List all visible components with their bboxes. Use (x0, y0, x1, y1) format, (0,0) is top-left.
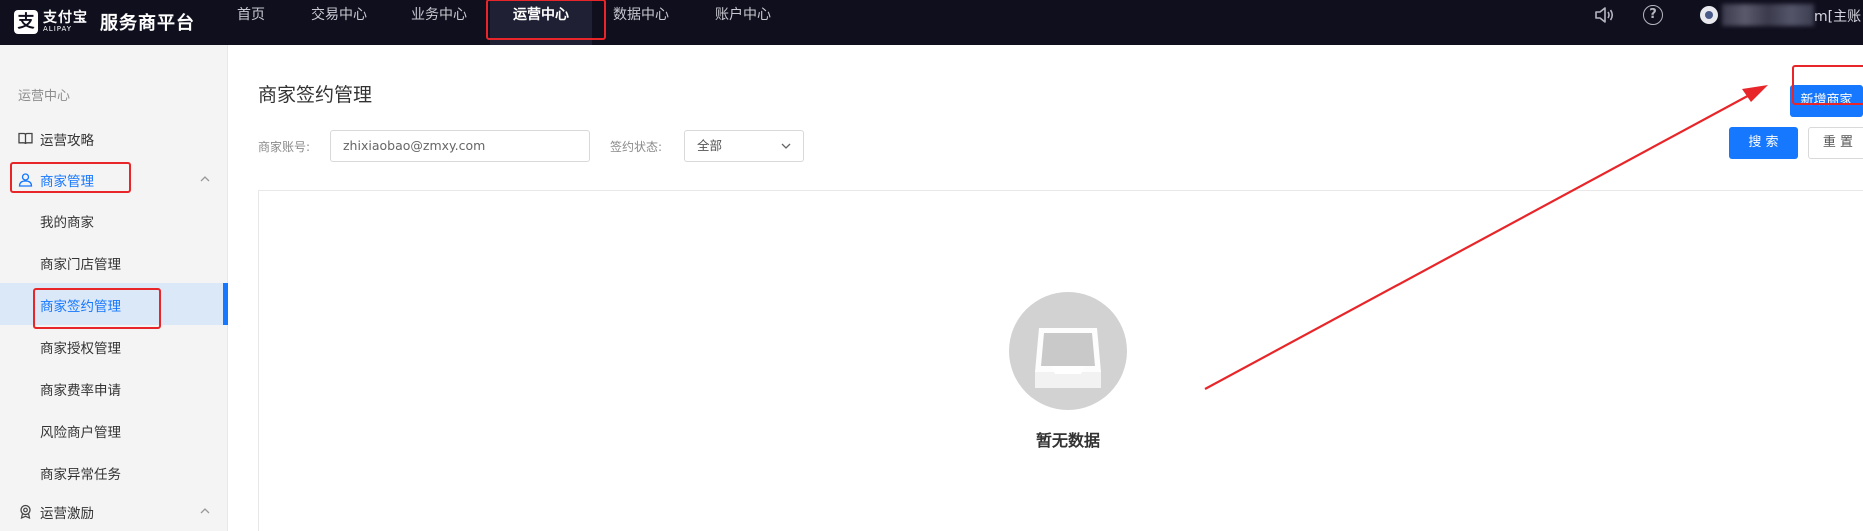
sign-status-select[interactable]: 全部 (684, 130, 804, 162)
page-title: 商家签约管理 (258, 84, 373, 106)
annotation-box-merchant-management (10, 162, 131, 193)
alipay-logo-icon: 支 (14, 10, 38, 34)
sidebar-subitem-exception-tasks[interactable]: 商家异常任务 (0, 451, 228, 493)
top-navigation-bar: 支 支付宝 ALIPAY 服务商平台 首页 交易中心 业务中心 运营中心 数据中… (0, 0, 1863, 45)
help-icon[interactable]: ? (1643, 5, 1663, 25)
account-name-redacted (1722, 4, 1814, 26)
annotation-box-sign-management (33, 288, 161, 329)
medal-icon (20, 504, 31, 519)
sidebar-subitem-label: 我的商家 (40, 215, 94, 231)
alipay-logo[interactable]: 支 支付宝 ALIPAY 服务商平台 (14, 6, 195, 38)
merchant-account-label: 商家账号: (258, 140, 311, 154)
logo-en-text: ALIPAY (43, 25, 73, 33)
search-button[interactable]: 搜 索 (1729, 127, 1798, 159)
chevron-down-icon (781, 143, 791, 149)
annotation-box-nav (486, 0, 606, 40)
empty-text: 暂无数据 (1035, 431, 1100, 450)
chevron-up-icon[interactable] (200, 175, 210, 182)
sidebar-subitem-label: 风险商户管理 (40, 425, 121, 441)
nav-business-center[interactable]: 业务中心 (398, 0, 480, 45)
nav-account-center[interactable]: 账户中心 (702, 0, 784, 45)
sidebar-group-title: 运营中心 (18, 89, 71, 104)
sidebar-subitem-label: 商家门店管理 (40, 257, 121, 273)
sidebar-item-operation-guide[interactable]: 运营攻略 (0, 118, 228, 158)
sidebar-item-label: 运营攻略 (40, 133, 94, 149)
chevron-up-icon[interactable] (200, 507, 210, 514)
speaker-icon[interactable] (1594, 5, 1616, 25)
logo-cn-text: 支付宝 (43, 10, 88, 26)
annotation-box-add-merchant (1792, 65, 1863, 105)
sidebar-subitem-risk-merchant[interactable]: 风险商户管理 (0, 409, 228, 451)
account-name[interactable]: m[主账 (1814, 6, 1861, 26)
nav-data-center[interactable]: 数据中心 (600, 0, 682, 45)
nav-trade-center[interactable]: 交易中心 (298, 0, 380, 45)
inbox-icon (1035, 328, 1101, 388)
avatar[interactable] (1700, 6, 1718, 24)
sign-status-value: 全部 (697, 138, 723, 153)
app-title: 服务商平台 (100, 13, 195, 34)
main-content: 商家签约管理 商家账号: zhixiaobao@zmxy.com 签约状态: 全… (228, 45, 1863, 531)
sign-status-label: 签约状态: (610, 140, 663, 154)
logo-text: 支付宝 ALIPAY (43, 11, 88, 33)
sidebar-subitem-store-management[interactable]: 商家门店管理 (0, 241, 228, 283)
sidebar-subitem-my-merchants[interactable]: 我的商家 (0, 199, 228, 241)
merchant-account-input[interactable]: zhixiaobao@zmxy.com (330, 130, 590, 162)
sidebar-subitem-label: 商家费率申请 (40, 383, 121, 399)
empty-inbox-icon (1009, 292, 1127, 410)
sidebar-subitem-rate-application[interactable]: 商家费率申请 (0, 367, 228, 409)
reset-button[interactable]: 重 置 (1808, 127, 1863, 159)
sidebar-item-label: 运营激励 (40, 506, 94, 522)
nav-home[interactable]: 首页 (220, 0, 282, 45)
sidebar-subitem-label: 商家授权管理 (40, 341, 121, 357)
sidebar-subitem-label: 商家异常任务 (40, 467, 121, 483)
sidebar-subitem-authorization-management[interactable]: 商家授权管理 (0, 325, 228, 367)
sidebar-item-operation-incentive[interactable]: 运营激励 (0, 491, 228, 531)
book-icon (18, 132, 33, 145)
